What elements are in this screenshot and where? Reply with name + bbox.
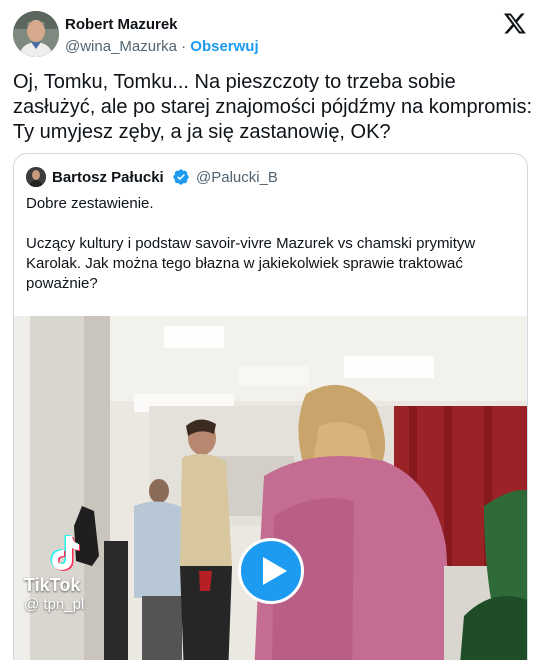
video-thumbnail[interactable]: TikTok @ tpn_pl: [14, 316, 527, 660]
author-handle[interactable]: @wina_Mazurka: [65, 38, 177, 55]
quoted-author-avatar[interactable]: [26, 167, 46, 187]
quoted-author-handle[interactable]: @Palucki_B: [196, 168, 278, 187]
video-frame-image: [14, 316, 527, 660]
author-avatar[interactable]: [13, 11, 59, 57]
x-logo-icon[interactable]: [503, 11, 527, 35]
tweet-text: Oj, Tomku, Tomku... Na pieszczoty to trz…: [13, 71, 533, 143]
follow-button[interactable]: Obserwuj: [190, 38, 258, 55]
quoted-tweet[interactable]: Bartosz Pałucki @Palucki_B Dobre zestawi…: [13, 153, 528, 660]
play-icon: [263, 557, 287, 585]
tiktok-username: @ tpn_pl: [24, 596, 85, 613]
tiktok-logo-icon: [50, 535, 80, 571]
tiktok-brand-label: TikTok: [24, 575, 81, 595]
quoted-tweet-text: Dobre zestawienie. Uczący kultury i pods…: [26, 195, 476, 292]
verified-badge-icon: [173, 169, 189, 185]
quoted-author-name[interactable]: Bartosz Pałucki: [52, 168, 164, 187]
tweet-header: Robert Mazurek @wina_Mazurka · Obserwuj: [13, 11, 529, 57]
play-button[interactable]: [238, 538, 304, 604]
separator-dot: ·: [181, 38, 187, 55]
author-name[interactable]: Robert Mazurek: [65, 15, 259, 34]
